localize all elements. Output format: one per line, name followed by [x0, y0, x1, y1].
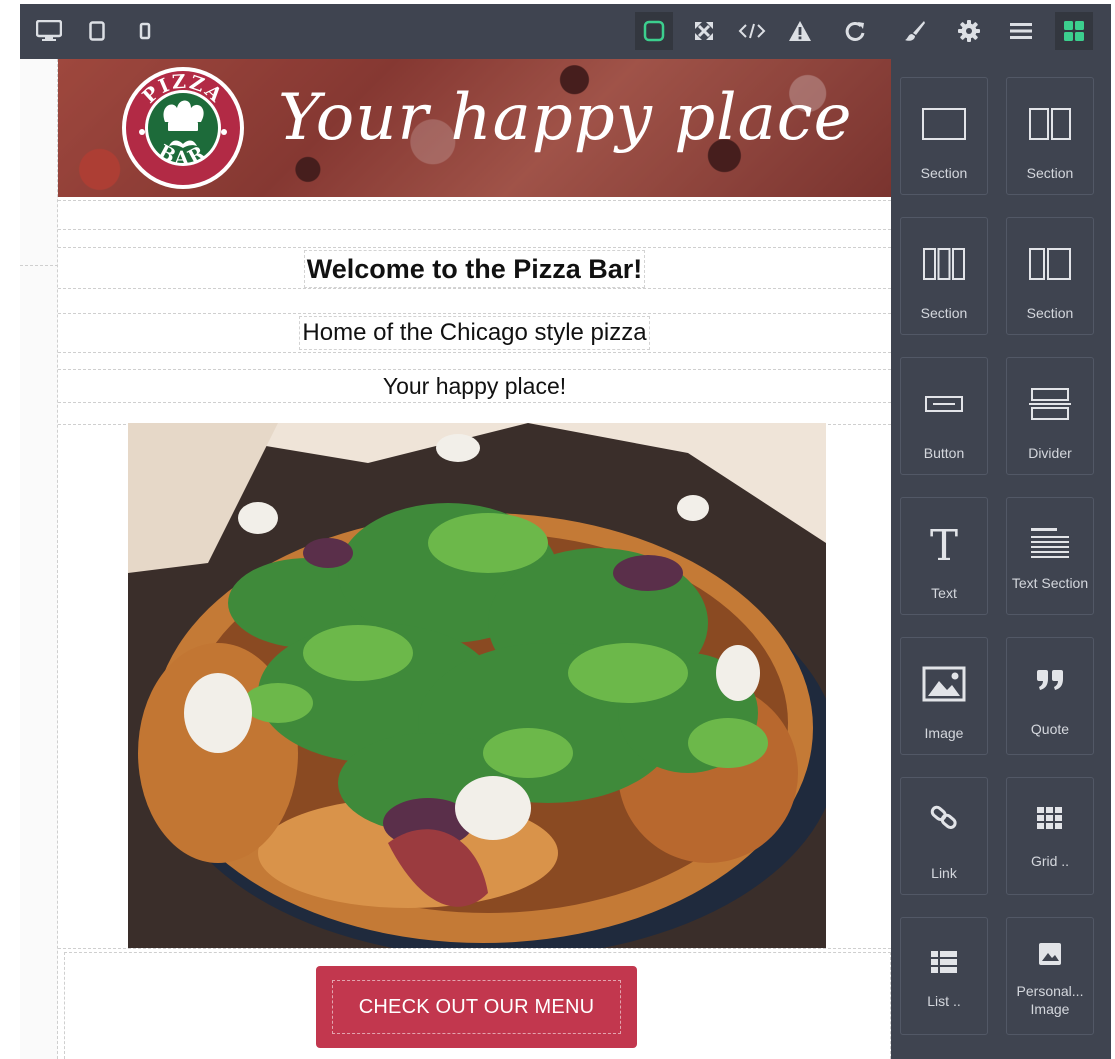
block-label: List ..	[927, 993, 961, 1009]
pizza-photo-illustration	[128, 423, 826, 948]
image-block-icon	[901, 660, 987, 708]
button-block-icon	[901, 380, 987, 428]
block-label: Section	[920, 165, 968, 181]
block-label: Section	[1026, 305, 1074, 321]
blocks-icon[interactable]	[1055, 12, 1093, 50]
text-section-block-icon	[1007, 520, 1093, 568]
outline-toggle-icon[interactable]	[635, 12, 673, 50]
style-manager-icon[interactable]	[896, 12, 934, 50]
block-section-3col[interactable]: Section	[900, 217, 988, 335]
subtitle-text-block[interactable]: Home of the Chicago style pizza	[58, 313, 891, 353]
divider-block-icon	[1007, 380, 1093, 428]
warning-icon[interactable]	[781, 12, 819, 50]
header-banner[interactable]: PIZZA BAR Your happy place	[58, 59, 891, 197]
block-label: Section	[920, 305, 968, 321]
quote-block-icon	[1007, 656, 1093, 704]
section-2col-alt-icon	[1007, 240, 1093, 288]
welcome-title[interactable]: Welcome to the Pizza Bar!	[303, 250, 646, 288]
block-list[interactable]: List ..	[900, 917, 988, 1035]
email-body[interactable]: PIZZA BAR Your happy place Welcome to th…	[58, 59, 891, 1059]
block-personalized-image[interactable]: Personal... Image	[1006, 917, 1094, 1035]
block-button[interactable]: Button	[900, 357, 988, 475]
link-block-icon	[901, 794, 987, 842]
tagline-text-block[interactable]: Your happy place!	[58, 369, 891, 403]
block-divider[interactable]: Divider	[1006, 357, 1094, 475]
block-text-section[interactable]: Text Section	[1006, 497, 1094, 615]
block-label: Divider	[1028, 445, 1072, 461]
banner-tagline: Your happy place	[278, 81, 853, 155]
layer-manager-icon[interactable]	[1002, 12, 1040, 50]
spacer-divider	[58, 229, 891, 230]
svg-text:T: T	[930, 522, 958, 566]
block-label: Section	[1026, 165, 1074, 181]
blocks-panel: Section Section Section Section Button D…	[891, 59, 1111, 1059]
pizza-bar-logo: PIZZA BAR	[122, 67, 244, 189]
block-label: Text Section	[1011, 575, 1089, 591]
canvas-gutter	[20, 59, 58, 1059]
section-3col-icon	[901, 240, 987, 288]
grid-block-icon	[1007, 794, 1093, 842]
check-menu-button[interactable]: CHECK OUT OUR MENU	[316, 966, 637, 1048]
section-2col-icon	[1007, 100, 1093, 148]
block-label: Link	[931, 865, 957, 881]
canvas-gutter-divider	[20, 265, 58, 266]
block-section-1col[interactable]: Section	[900, 77, 988, 195]
mobile-view-icon[interactable]	[126, 12, 164, 50]
block-text[interactable]: T Text	[900, 497, 988, 615]
block-label: Grid ..	[1030, 853, 1070, 869]
section-1col-icon	[901, 100, 987, 148]
block-link[interactable]: Link	[900, 777, 988, 895]
block-label: Button	[923, 445, 965, 461]
redo-icon[interactable]	[836, 12, 874, 50]
check-menu-button-label[interactable]: CHECK OUT OUR MENU	[332, 980, 621, 1034]
editor-canvas[interactable]: PIZZA BAR Your happy place Welcome to th…	[20, 59, 891, 1059]
settings-icon[interactable]	[950, 12, 988, 50]
spacer-divider	[58, 200, 891, 201]
block-section-2col-alt[interactable]: Section	[1006, 217, 1094, 335]
desktop-view-icon[interactable]	[30, 12, 68, 50]
top-toolbar	[20, 4, 1111, 59]
welcome-text-block[interactable]: Welcome to the Pizza Bar!	[58, 247, 891, 289]
button-block-divider	[58, 948, 891, 949]
block-label: Text	[931, 585, 957, 601]
fullscreen-icon[interactable]	[685, 12, 723, 50]
block-quote[interactable]: Quote	[1006, 637, 1094, 755]
text-block-icon: T	[901, 520, 987, 568]
code-view-icon[interactable]	[733, 12, 771, 50]
block-label: Quote	[1030, 721, 1070, 737]
personal-image-block-icon	[1007, 930, 1093, 978]
pizza-image[interactable]	[128, 423, 826, 948]
block-image[interactable]: Image	[900, 637, 988, 755]
tagline-text[interactable]: Your happy place!	[381, 371, 568, 401]
block-label: Personal... Image	[1016, 983, 1084, 1017]
tablet-view-icon[interactable]	[78, 12, 116, 50]
block-grid[interactable]: Grid ..	[1006, 777, 1094, 895]
list-block-icon	[901, 938, 987, 986]
block-label: Image	[924, 725, 964, 741]
block-section-2col[interactable]: Section	[1006, 77, 1094, 195]
subtitle-text[interactable]: Home of the Chicago style pizza	[299, 316, 650, 350]
